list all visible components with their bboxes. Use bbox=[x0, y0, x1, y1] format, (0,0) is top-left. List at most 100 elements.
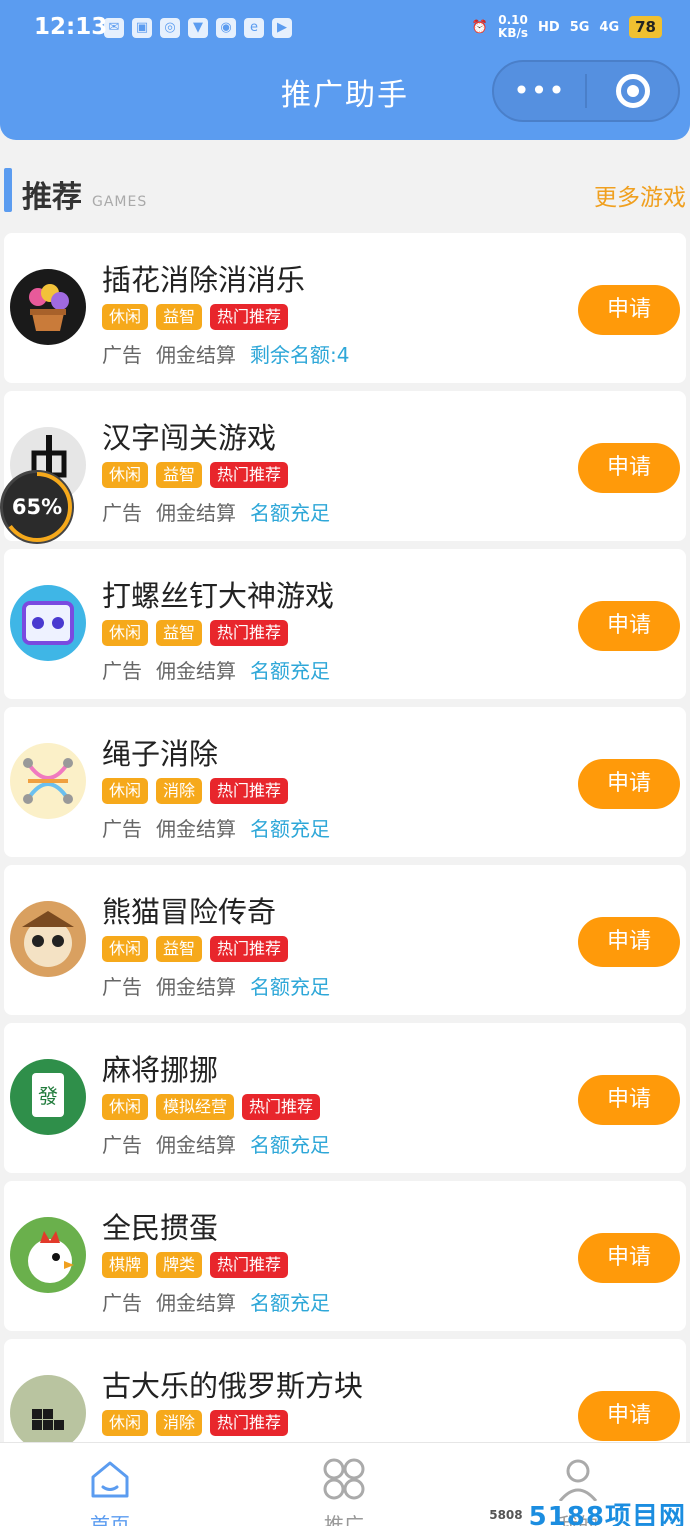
hot-tag: 热门推荐 bbox=[210, 304, 289, 330]
tetris-blocks-icon bbox=[10, 1375, 86, 1451]
game-meta: 广告佣金结算名额充足 bbox=[102, 971, 330, 1000]
category-tag: 益智 bbox=[156, 620, 203, 646]
game-tags: 休闲 模拟经营 热门推荐 bbox=[102, 1094, 321, 1120]
flower-pot-icon bbox=[10, 269, 86, 345]
game-name: 绳子消除 bbox=[102, 737, 219, 771]
apply-button[interactable]: 申请 bbox=[578, 285, 680, 335]
apply-button[interactable]: 申请 bbox=[578, 1391, 680, 1441]
section-header: 推荐 GAMES 更多游戏 bbox=[0, 168, 690, 215]
apply-button[interactable]: 申请 bbox=[578, 1075, 680, 1125]
category-tag: 消除 bbox=[156, 1410, 203, 1436]
tab-home-label: 首页 bbox=[90, 1513, 130, 1526]
section-title: 推荐 bbox=[22, 180, 82, 215]
hd-icon: HD bbox=[538, 19, 560, 35]
screw-box-icon bbox=[10, 585, 86, 661]
settlement-label: 佣金结算 bbox=[156, 1291, 236, 1315]
game-tags: 棋牌 牌类 热门推荐 bbox=[102, 1252, 289, 1278]
game-tags: 休闲 益智 热门推荐 bbox=[102, 462, 289, 488]
game-card[interactable]: 發 麻将挪挪 休闲 模拟经营 热门推荐 广告 佣金结算 名额充足 申请 bbox=[4, 1023, 686, 1173]
hot-tag: 热门推荐 bbox=[210, 936, 289, 962]
apply-button[interactable]: 申请 bbox=[578, 759, 680, 809]
close-miniprogram-button[interactable] bbox=[587, 74, 678, 108]
hot-tag: 热门推荐 bbox=[242, 1094, 321, 1120]
more-games-link[interactable]: 更多游戏 bbox=[594, 178, 686, 212]
category-tag: 益智 bbox=[156, 304, 203, 330]
game-meta: 广告佣金结算名额充足 bbox=[102, 1129, 330, 1158]
game-card[interactable]: 插花消除消消乐 休闲 益智 热门推荐 广告 佣金结算 剩余名额:4 申请 bbox=[4, 233, 686, 383]
signal-4g-icon: 4G bbox=[599, 19, 620, 35]
quota-label: 名额充足 bbox=[250, 975, 330, 999]
category-tag: 休闲 bbox=[102, 462, 149, 488]
category-tag: 棋牌 bbox=[102, 1252, 149, 1278]
tab-promote[interactable]: 推广 bbox=[284, 1443, 404, 1526]
progress-label: 65% bbox=[11, 495, 63, 519]
category-tag: 休闲 bbox=[102, 1094, 149, 1120]
net-speed: 0.10 KB/s bbox=[498, 13, 529, 40]
ad-type-label: 广告 bbox=[102, 343, 142, 367]
watermark-logo: 5188项目网 bbox=[528, 1502, 686, 1526]
tab-promote-label: 推广 bbox=[324, 1513, 364, 1526]
alarm-icon: ⏰ bbox=[471, 19, 489, 35]
game-tags: 休闲 益智 热门推荐 bbox=[102, 936, 289, 962]
quota-label: 名额充足 bbox=[250, 817, 330, 841]
more-menu-button[interactable]: ••• bbox=[494, 62, 585, 120]
svg-text:發: 發 bbox=[38, 1084, 58, 1108]
game-card[interactable]: 熊猫冒险传奇 休闲 益智 热门推荐 广告 佣金结算 名额充足 申请 bbox=[4, 865, 686, 1015]
user-icon bbox=[558, 1459, 598, 1501]
app-icon: ▣ bbox=[132, 18, 152, 38]
browser-icon: e bbox=[244, 18, 264, 38]
wechat-icon: ✉ bbox=[104, 18, 124, 38]
battery-indicator: 78 bbox=[629, 16, 662, 38]
game-card[interactable]: 全民掼蛋 棋牌 牌类 热门推荐 广告 佣金结算 名额充足 申请 bbox=[4, 1181, 686, 1331]
tab-home[interactable]: 首页 bbox=[50, 1443, 170, 1526]
player-icon: ▶ bbox=[272, 18, 292, 38]
hot-tag: 热门推荐 bbox=[210, 1252, 289, 1278]
home-icon bbox=[91, 1461, 129, 1498]
notification-icons: ✉ ▣ ◎ ▼ ◉ e ▶ bbox=[104, 18, 292, 38]
grid-icon bbox=[323, 1458, 365, 1500]
progress-overlay[interactable]: 65% bbox=[0, 470, 74, 544]
status-bar: 12:13 ✉ ▣ ◎ ▼ ◉ e ▶ ⏰ 0.10 KB/s HD 5G 4G… bbox=[0, 0, 690, 58]
quota-label: 名额充足 bbox=[250, 1291, 330, 1315]
ad-type-label: 广告 bbox=[102, 501, 142, 525]
game-card[interactable]: 汉字闯关游戏 休闲 益智 热门推荐 广告 佣金结算 名额充足 申请 bbox=[4, 391, 686, 541]
apply-button[interactable]: 申请 bbox=[578, 917, 680, 967]
quota-label: 剩余名额:4 bbox=[250, 343, 350, 367]
game-card[interactable]: 打螺丝钉大神游戏 休闲 益智 热门推荐 广告 佣金结算 名额充足 申请 bbox=[4, 549, 686, 699]
settlement-label: 佣金结算 bbox=[156, 975, 236, 999]
category-tag: 模拟经营 bbox=[156, 1094, 235, 1120]
settlement-label: 佣金结算 bbox=[156, 343, 236, 367]
game-name: 打螺丝钉大神游戏 bbox=[102, 579, 335, 613]
quota-label: 名额充足 bbox=[250, 659, 330, 683]
ad-type-label: 广告 bbox=[102, 975, 142, 999]
category-tag: 休闲 bbox=[102, 620, 149, 646]
rooster-icon bbox=[10, 1217, 86, 1293]
top-header: 12:13 ✉ ▣ ◎ ▼ ◉ e ▶ ⏰ 0.10 KB/s HD 5G 4G… bbox=[0, 0, 690, 140]
game-name: 麻将挪挪 bbox=[102, 1053, 219, 1087]
game-name: 熊猫冒险传奇 bbox=[102, 895, 277, 929]
category-tag: 牌类 bbox=[156, 1252, 203, 1278]
status-time: 12:13 bbox=[34, 14, 108, 40]
apply-button[interactable]: 申请 bbox=[578, 443, 680, 493]
game-meta: 广告佣金结算名额充足 bbox=[102, 813, 330, 842]
category-tag: 休闲 bbox=[102, 1410, 149, 1436]
weibo-icon: ◉ bbox=[216, 18, 236, 38]
status-right: ⏰ 0.10 KB/s HD 5G 4G 78 bbox=[472, 14, 662, 40]
watermark: 5808 5188项目网 bbox=[489, 1496, 686, 1526]
settlement-label: 佣金结算 bbox=[156, 501, 236, 525]
apply-button[interactable]: 申请 bbox=[578, 1233, 680, 1283]
hot-tag: 热门推荐 bbox=[210, 620, 289, 646]
quota-label: 名额充足 bbox=[250, 1133, 330, 1157]
mahjong-tile-icon: 發 bbox=[10, 1059, 86, 1135]
category-tag: 休闲 bbox=[102, 936, 149, 962]
signal-5g-icon: 5G bbox=[569, 19, 590, 35]
category-tag: 消除 bbox=[156, 778, 203, 804]
category-tag: 休闲 bbox=[102, 778, 149, 804]
section-subtitle: GAMES bbox=[92, 194, 148, 210]
game-tags: 休闲 消除 热门推荐 bbox=[102, 1410, 289, 1436]
apply-button[interactable]: 申请 bbox=[578, 601, 680, 651]
quota-label: 名额充足 bbox=[250, 501, 330, 525]
vpn-icon: ▼ bbox=[188, 18, 208, 38]
game-card[interactable]: 绳子消除 休闲 消除 热门推荐 广告 佣金结算 名额充足 申请 bbox=[4, 707, 686, 857]
category-tag: 休闲 bbox=[102, 304, 149, 330]
